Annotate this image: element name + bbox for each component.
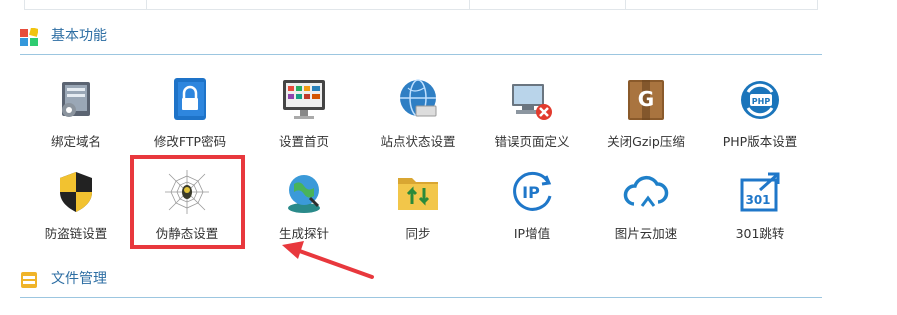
bind-domain-button[interactable]: 绑定域名 (26, 76, 126, 166)
ip-value-added-button[interactable]: IP IP增值 (482, 168, 582, 258)
error-computer-icon (512, 84, 552, 120)
image-cloud-accel-button[interactable]: 图片云加速 (596, 168, 696, 258)
svg-text:PHP: PHP (752, 97, 771, 106)
svg-text:301: 301 (745, 193, 770, 207)
sync-folder-icon (398, 178, 438, 210)
table-divider (469, 0, 470, 10)
svg-text:G: G (638, 87, 654, 111)
highlight-annotation-box (130, 155, 245, 249)
gzip-box-icon: G (628, 80, 664, 120)
item-label: 关闭Gzip压缩 (607, 134, 685, 149)
lock-icon (174, 78, 206, 120)
item-label: 设置首页 (278, 134, 329, 149)
redirect-301-button[interactable]: 301 301跳转 (710, 168, 810, 258)
shield-icon (60, 172, 92, 212)
item-label: 301跳转 (735, 226, 785, 241)
cloud-icon (623, 175, 669, 207)
table-divider (146, 0, 147, 10)
section-title: 基本功能 (51, 28, 107, 44)
domain-bind-icon (62, 82, 90, 117)
php-version-icon: PHP (741, 81, 779, 119)
item-label: 站点状态设置 (380, 134, 456, 149)
item-label: IP增值 (513, 226, 551, 241)
item-label: PHP版本设置 (722, 134, 798, 149)
grid-colorful-icon (20, 28, 38, 46)
probe-globe-icon (288, 175, 320, 213)
folder-cabinet-icon (21, 272, 37, 288)
site-status-button[interactable]: 站点状态设置 (368, 76, 468, 166)
section-files-header: 文件管理 (20, 269, 822, 298)
top-table-border (24, 0, 818, 10)
svg-text:IP: IP (522, 183, 540, 202)
item-label: 图片云加速 (614, 226, 678, 241)
table-divider (625, 0, 626, 10)
item-label: 修改FTP密码 (153, 134, 227, 149)
set-homepage-button[interactable]: 设置首页 (254, 76, 354, 166)
section-basic-header: 基本功能 (20, 26, 822, 55)
section-title: 文件管理 (51, 271, 107, 287)
globe-icon (400, 79, 437, 117)
monitor-icon (283, 80, 325, 119)
item-label: 防盗链设置 (44, 226, 108, 241)
redirect-301-icon: 301 (740, 172, 780, 212)
anti-leech-button[interactable]: 防盗链设置 (26, 168, 126, 258)
item-label: 同步 (405, 226, 431, 241)
item-label: 绑定域名 (50, 134, 101, 149)
error-page-button[interactable]: 错误页面定义 (482, 76, 582, 166)
php-version-button[interactable]: PHP PHP版本设置 (710, 76, 810, 166)
sync-button[interactable]: 同步 (368, 168, 468, 258)
ip-icon: IP (513, 171, 552, 211)
disable-gzip-button[interactable]: G 关闭Gzip压缩 (596, 76, 696, 166)
item-label: 错误页面定义 (494, 134, 570, 149)
change-ftp-password-button[interactable]: 修改FTP密码 (140, 76, 240, 166)
